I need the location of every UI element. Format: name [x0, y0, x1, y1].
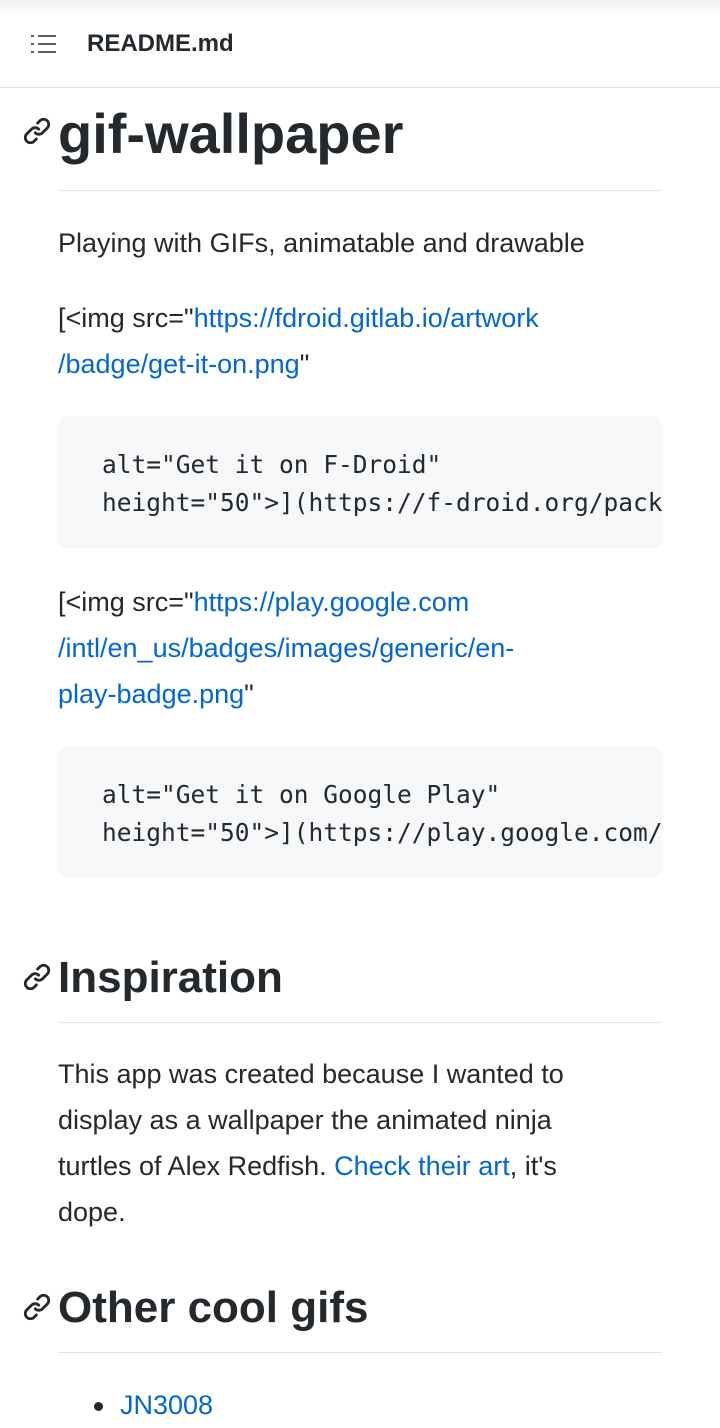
other-gifs-divider: [58, 1352, 662, 1353]
inspiration-divider: [58, 1022, 662, 1023]
inspiration-line3-pre: turtles of Alex Redfish.: [58, 1151, 335, 1181]
list-icon[interactable]: [30, 32, 58, 56]
fdroid-code-line2: height="50">](https://f-droid.org/packag…: [102, 488, 662, 517]
app-header: README.md: [0, 0, 720, 88]
play-suffix: ": [244, 679, 254, 709]
fdroid-badge-paragraph: [<img src="https://fdroid.gitlab.io/artw…: [58, 295, 662, 387]
fdroid-code-line1: alt="Get it on F-Droid": [102, 450, 442, 479]
page-title: gif-wallpaper: [58, 102, 404, 165]
bullet-icon: [94, 1402, 103, 1411]
play-link-line3: play-badge.png: [58, 679, 245, 709]
other-gifs-anchor-link-icon[interactable]: [22, 1292, 52, 1322]
play-code-line1: alt="Get it on Google Play": [102, 780, 501, 809]
fdroid-link-line1: https://fdroid.gitlab.io/artwork: [193, 303, 539, 333]
fdroid-suffix: ": [299, 349, 310, 379]
heading-anchor-link-icon[interactable]: [22, 116, 52, 146]
inspiration-paragraph: This app was created because I wanted to…: [58, 1051, 662, 1235]
fdroid-code-block[interactable]: alt="Get it on F-Droid" height="50">](ht…: [58, 416, 662, 548]
fdroid-prefix: [<img src=": [58, 303, 194, 333]
inspiration-line4: dope.: [58, 1197, 126, 1227]
play-link-line1: https://play.google.com: [193, 587, 470, 617]
inspiration-heading: Inspiration: [58, 953, 283, 1002]
inspiration-line3-post: , it's: [509, 1151, 557, 1181]
list-item: JN3008: [58, 1382, 662, 1428]
play-code-block[interactable]: alt="Get it on Google Play" height="50">…: [58, 746, 662, 878]
jn3008-link[interactable]: JN3008: [120, 1390, 213, 1420]
file-title: README.md: [87, 30, 234, 57]
play-link-line2: /intl/en_us/badges/images/generic/en-: [58, 633, 515, 663]
inspiration-line1: This app was created because I wanted to: [58, 1059, 564, 1089]
heading-divider: [58, 190, 662, 191]
intro-paragraph: Playing with GIFs, animatable and drawab…: [58, 228, 585, 258]
inspiration-anchor-link-icon[interactable]: [22, 962, 52, 992]
inspiration-line2: display as a wallpaper the animated ninj…: [58, 1105, 552, 1135]
play-prefix: [<img src=": [58, 587, 194, 617]
other-gifs-heading: Other cool gifs: [58, 1283, 369, 1332]
play-code-line2: height="50">](https://play.google.com/st…: [102, 818, 662, 847]
play-badge-paragraph: [<img src="https://play.google.com/intl/…: [58, 579, 662, 717]
fdroid-link-line2: /badge/get-it-on.png: [58, 349, 300, 379]
other-gifs-list: JN3008: [58, 1382, 662, 1428]
check-their-art-link[interactable]: Check their art: [334, 1151, 510, 1181]
